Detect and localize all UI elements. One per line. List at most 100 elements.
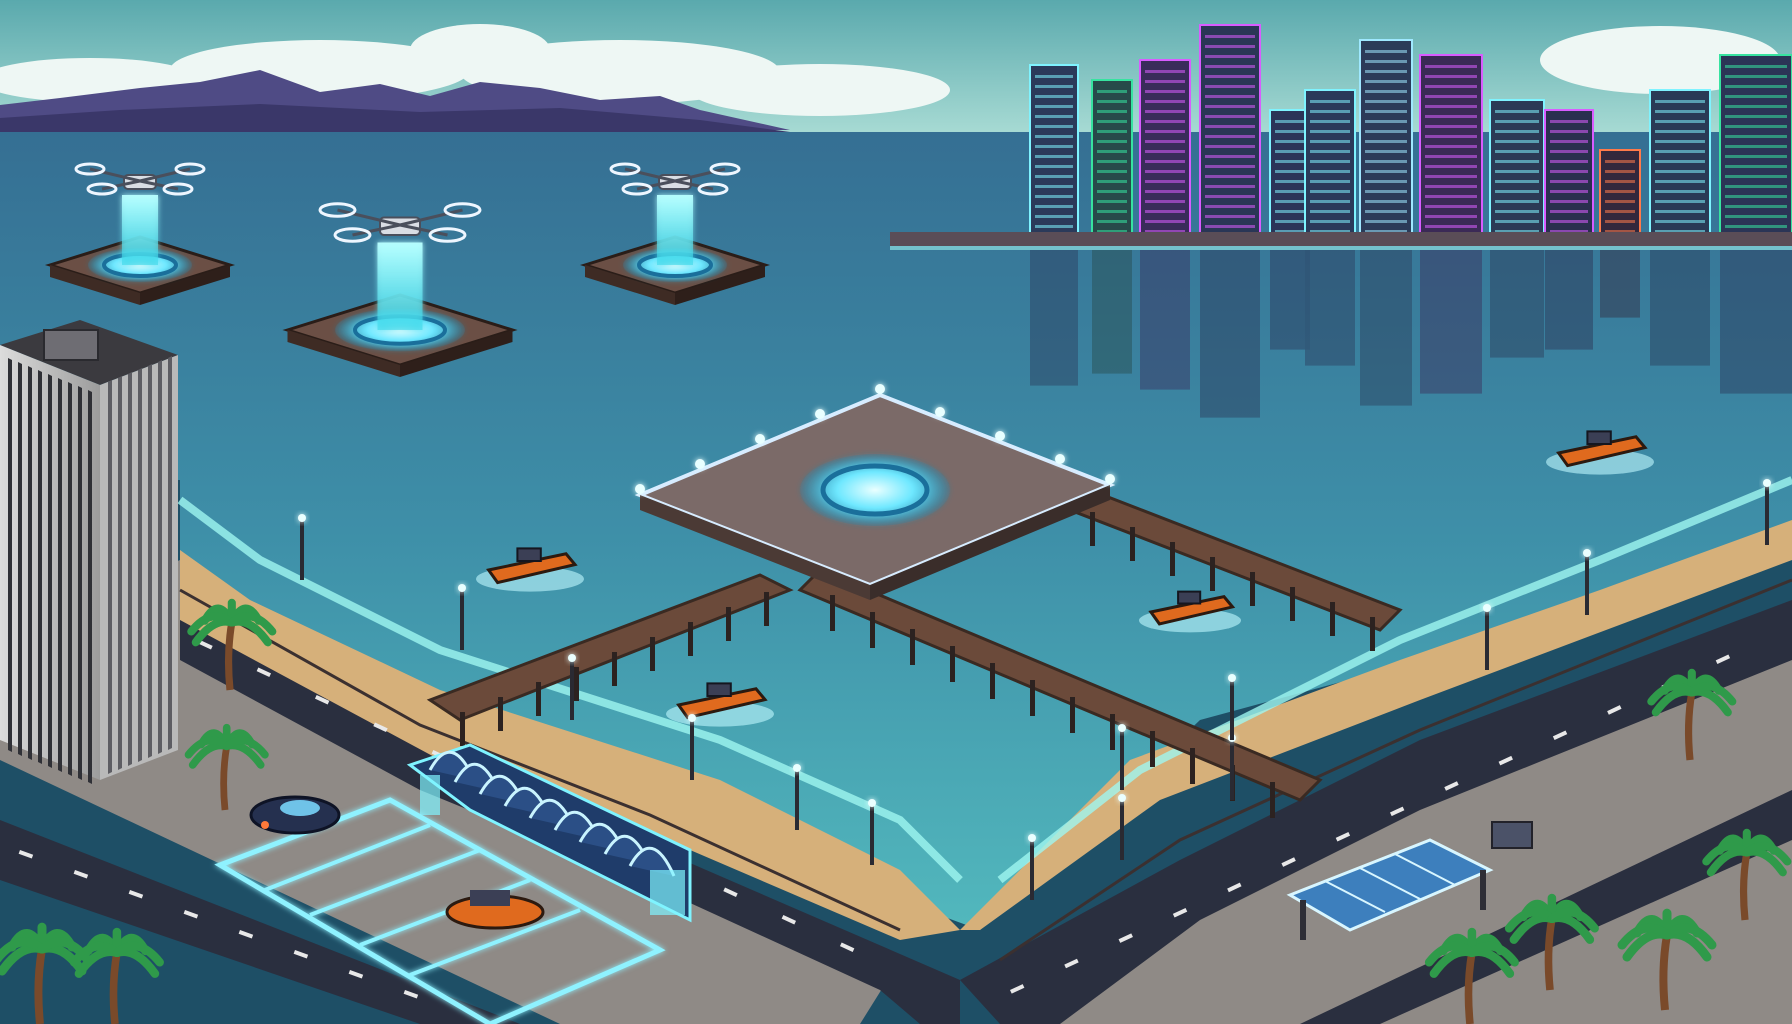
skyscraper-window-band (1275, 210, 1305, 213)
skyscraper-window-band (1495, 150, 1539, 153)
skyscraper-window-band (1605, 160, 1635, 163)
skyscraper-window-band (1035, 175, 1073, 178)
piling (870, 612, 875, 648)
skyscraper-window-band (1365, 130, 1407, 133)
skyscraper-window-band (1145, 100, 1185, 103)
city-shoreline-lights (890, 246, 1792, 250)
skyscraper (1719, 54, 1792, 238)
skyscraper-window-band (1495, 210, 1539, 213)
streetlight-pole (870, 805, 874, 865)
building-reflection (1490, 248, 1544, 358)
skyscraper-window-band (1655, 160, 1705, 163)
skyscraper-window-band (1495, 200, 1539, 203)
streetlight-lamp (1118, 794, 1126, 802)
skyscraper-window-band (1495, 130, 1539, 133)
skyscraper-window-band (1035, 85, 1073, 88)
building-reflection (1545, 248, 1593, 350)
skyscraper-window-band (1035, 115, 1073, 118)
streetlight-lamp (793, 764, 801, 772)
skyscraper-window-band (1725, 115, 1787, 118)
piling (1270, 782, 1275, 818)
skyscraper-window-band (1145, 120, 1185, 123)
tower-window-stripe (128, 372, 132, 766)
platform-light (935, 407, 945, 417)
skyscraper-window-band (1495, 140, 1539, 143)
piling (1130, 527, 1135, 561)
drone-light-beam (377, 242, 423, 330)
skyscraper-window-band (1275, 160, 1305, 163)
skyscraper (1544, 109, 1594, 238)
boat-cabin (516, 547, 542, 563)
palm-trunk (224, 621, 236, 691)
skyscraper-window-band (1205, 145, 1255, 148)
skyscraper-window-band (1097, 110, 1127, 113)
skyscraper-window-band (1365, 80, 1407, 83)
piling (990, 663, 995, 699)
office-tower (0, 320, 178, 784)
skyscraper-window-band (1495, 180, 1539, 183)
skyscraper-window-band (1310, 210, 1350, 213)
skyscraper-window-band (1550, 220, 1588, 223)
skyscraper-window-band (1495, 160, 1539, 163)
skyscraper-window-band (1365, 160, 1407, 163)
skyscraper-window-band (1275, 200, 1305, 203)
skyscraper-window-band (1097, 200, 1127, 203)
skyscraper-window-band (1145, 210, 1185, 213)
building-reflection (1200, 248, 1260, 418)
tower-window-stripe (58, 378, 62, 772)
harbor-scene (0, 0, 1792, 1024)
tower-window-stripe (8, 358, 12, 752)
skyscraper-window-band (1425, 65, 1477, 68)
platform-light (695, 459, 705, 469)
skyscraper-window-band (1310, 180, 1350, 183)
skyscraper-window-band (1425, 225, 1477, 228)
skyscraper-window-band (1205, 85, 1255, 88)
skyscraper-body (1091, 79, 1133, 238)
skyscraper-window-band (1655, 110, 1705, 113)
tower-window-stripe (138, 368, 142, 762)
tower-window-stripe (118, 376, 122, 770)
skyscraper-window-band (1035, 75, 1073, 78)
skyscraper-window-band (1365, 100, 1407, 103)
skyscraper-window-band (1425, 105, 1477, 108)
skyscraper-window-band (1655, 120, 1705, 123)
skyscraper-window-band (1145, 200, 1185, 203)
skyscraper-window-band (1605, 220, 1635, 223)
skyscraper-body (1359, 39, 1413, 238)
palm-trunk (1659, 934, 1671, 1011)
skyscraper-window-band (1205, 185, 1255, 188)
skyscraper-window-band (1205, 35, 1255, 38)
building-reflection (1600, 248, 1640, 318)
streetlight-pole (570, 660, 574, 720)
piling (1370, 617, 1375, 651)
building-reflection (1030, 248, 1078, 386)
platform-light (875, 384, 885, 394)
skyscraper-window-band (1310, 190, 1350, 193)
palm-tree (69, 927, 164, 1024)
skyscraper-window-band (1605, 180, 1635, 183)
skyscraper-window-band (1310, 130, 1350, 133)
skyscraper-window-band (1725, 95, 1787, 98)
skyscraper-window-band (1550, 190, 1588, 193)
boat-cabin (706, 682, 732, 698)
skyscraper-window-band (1425, 135, 1477, 138)
tower-window-stripe (18, 362, 22, 756)
skyscraper-window-band (1425, 155, 1477, 158)
skyscraper-window-band (1655, 210, 1705, 213)
drone-light-beam (122, 195, 158, 265)
skyscraper-window-band (1655, 150, 1705, 153)
skyscraper-window-band (1310, 120, 1350, 123)
skyscraper-window-band (1365, 120, 1407, 123)
platform-light (1105, 474, 1115, 484)
skyscraper-window-band (1145, 90, 1185, 93)
skyscraper-window-band (1145, 190, 1185, 193)
skyscraper-window-band (1495, 190, 1539, 193)
tower-window-stripe (78, 386, 82, 780)
boat-cabin (1586, 430, 1612, 445)
skyscraper-window-band (1205, 205, 1255, 208)
parked-car (249, 795, 341, 835)
skyscraper (1199, 24, 1261, 238)
skyscraper-window-band (1725, 75, 1787, 78)
skyscraper-window-band (1097, 150, 1127, 153)
skyscraper-window-band (1425, 145, 1477, 148)
